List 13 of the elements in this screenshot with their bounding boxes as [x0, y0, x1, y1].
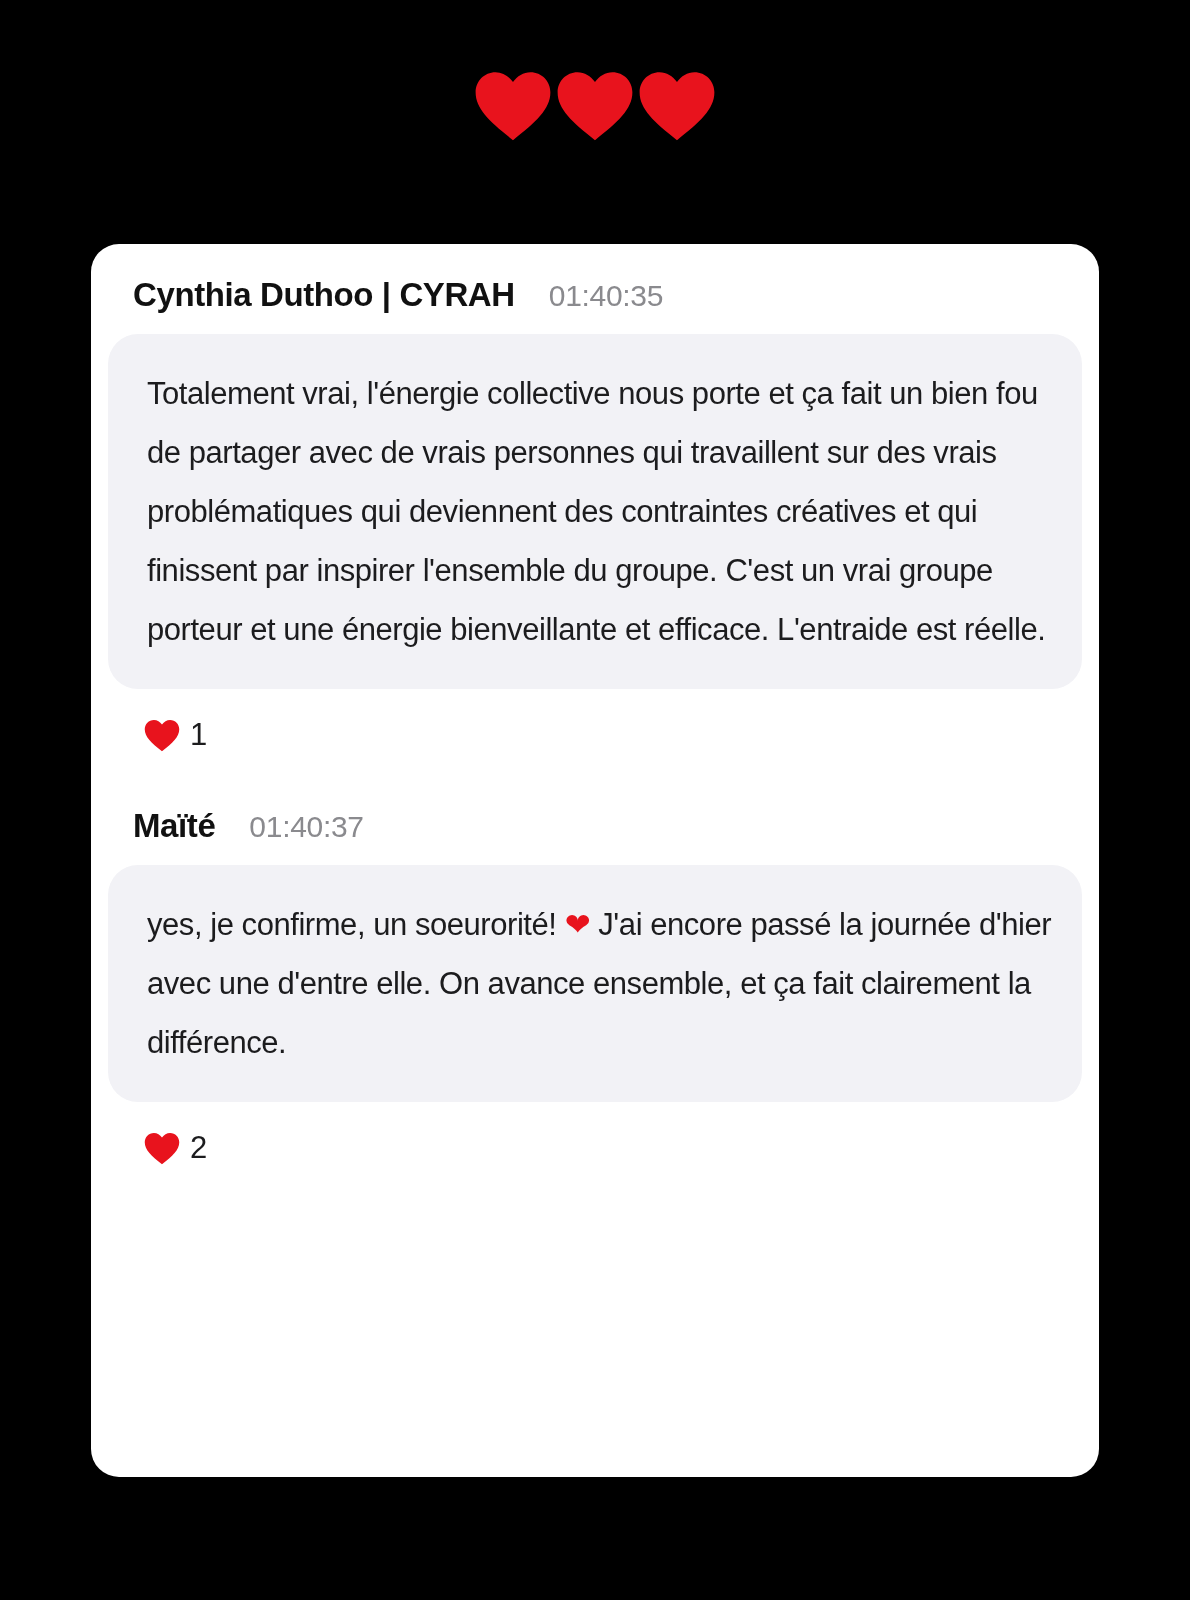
- author-name: Cynthia Duthoo | CYRAH: [133, 276, 515, 314]
- heart-icon: [638, 70, 716, 142]
- heart-icon: [556, 70, 634, 142]
- heart-icon: [474, 70, 552, 142]
- author-name: Maïté: [133, 807, 216, 845]
- message-text: yes, je confirme, un soeurorité! ❤ J'ai encore passé la journée d'hier avec une d'entre elle. On avance ensemble, et ça fait clairement la différence.: [147, 906, 1052, 1062]
- reaction-button[interactable]: 2: [144, 1130, 208, 1166]
- timestamp: 01:40:37: [249, 810, 364, 844]
- message-text: Totalement vrai, l'énergie collective nous porte et ça fait un bien fou de partager avec de vrais personnes qui travaillent sur des vrais problématiques qui deviennent des contraintes créatives et qui finissent par inspirer l'ensemble du groupe. C'est un vrai groupe porteur et une énergie bienveillante et efficace. L'entraide est réelle.: [147, 375, 1047, 649]
- timestamp: 01:40:35: [548, 279, 664, 313]
- heart-icon: [144, 1131, 180, 1165]
- reaction-button[interactable]: 1: [144, 717, 208, 753]
- heart-icon: [144, 718, 180, 752]
